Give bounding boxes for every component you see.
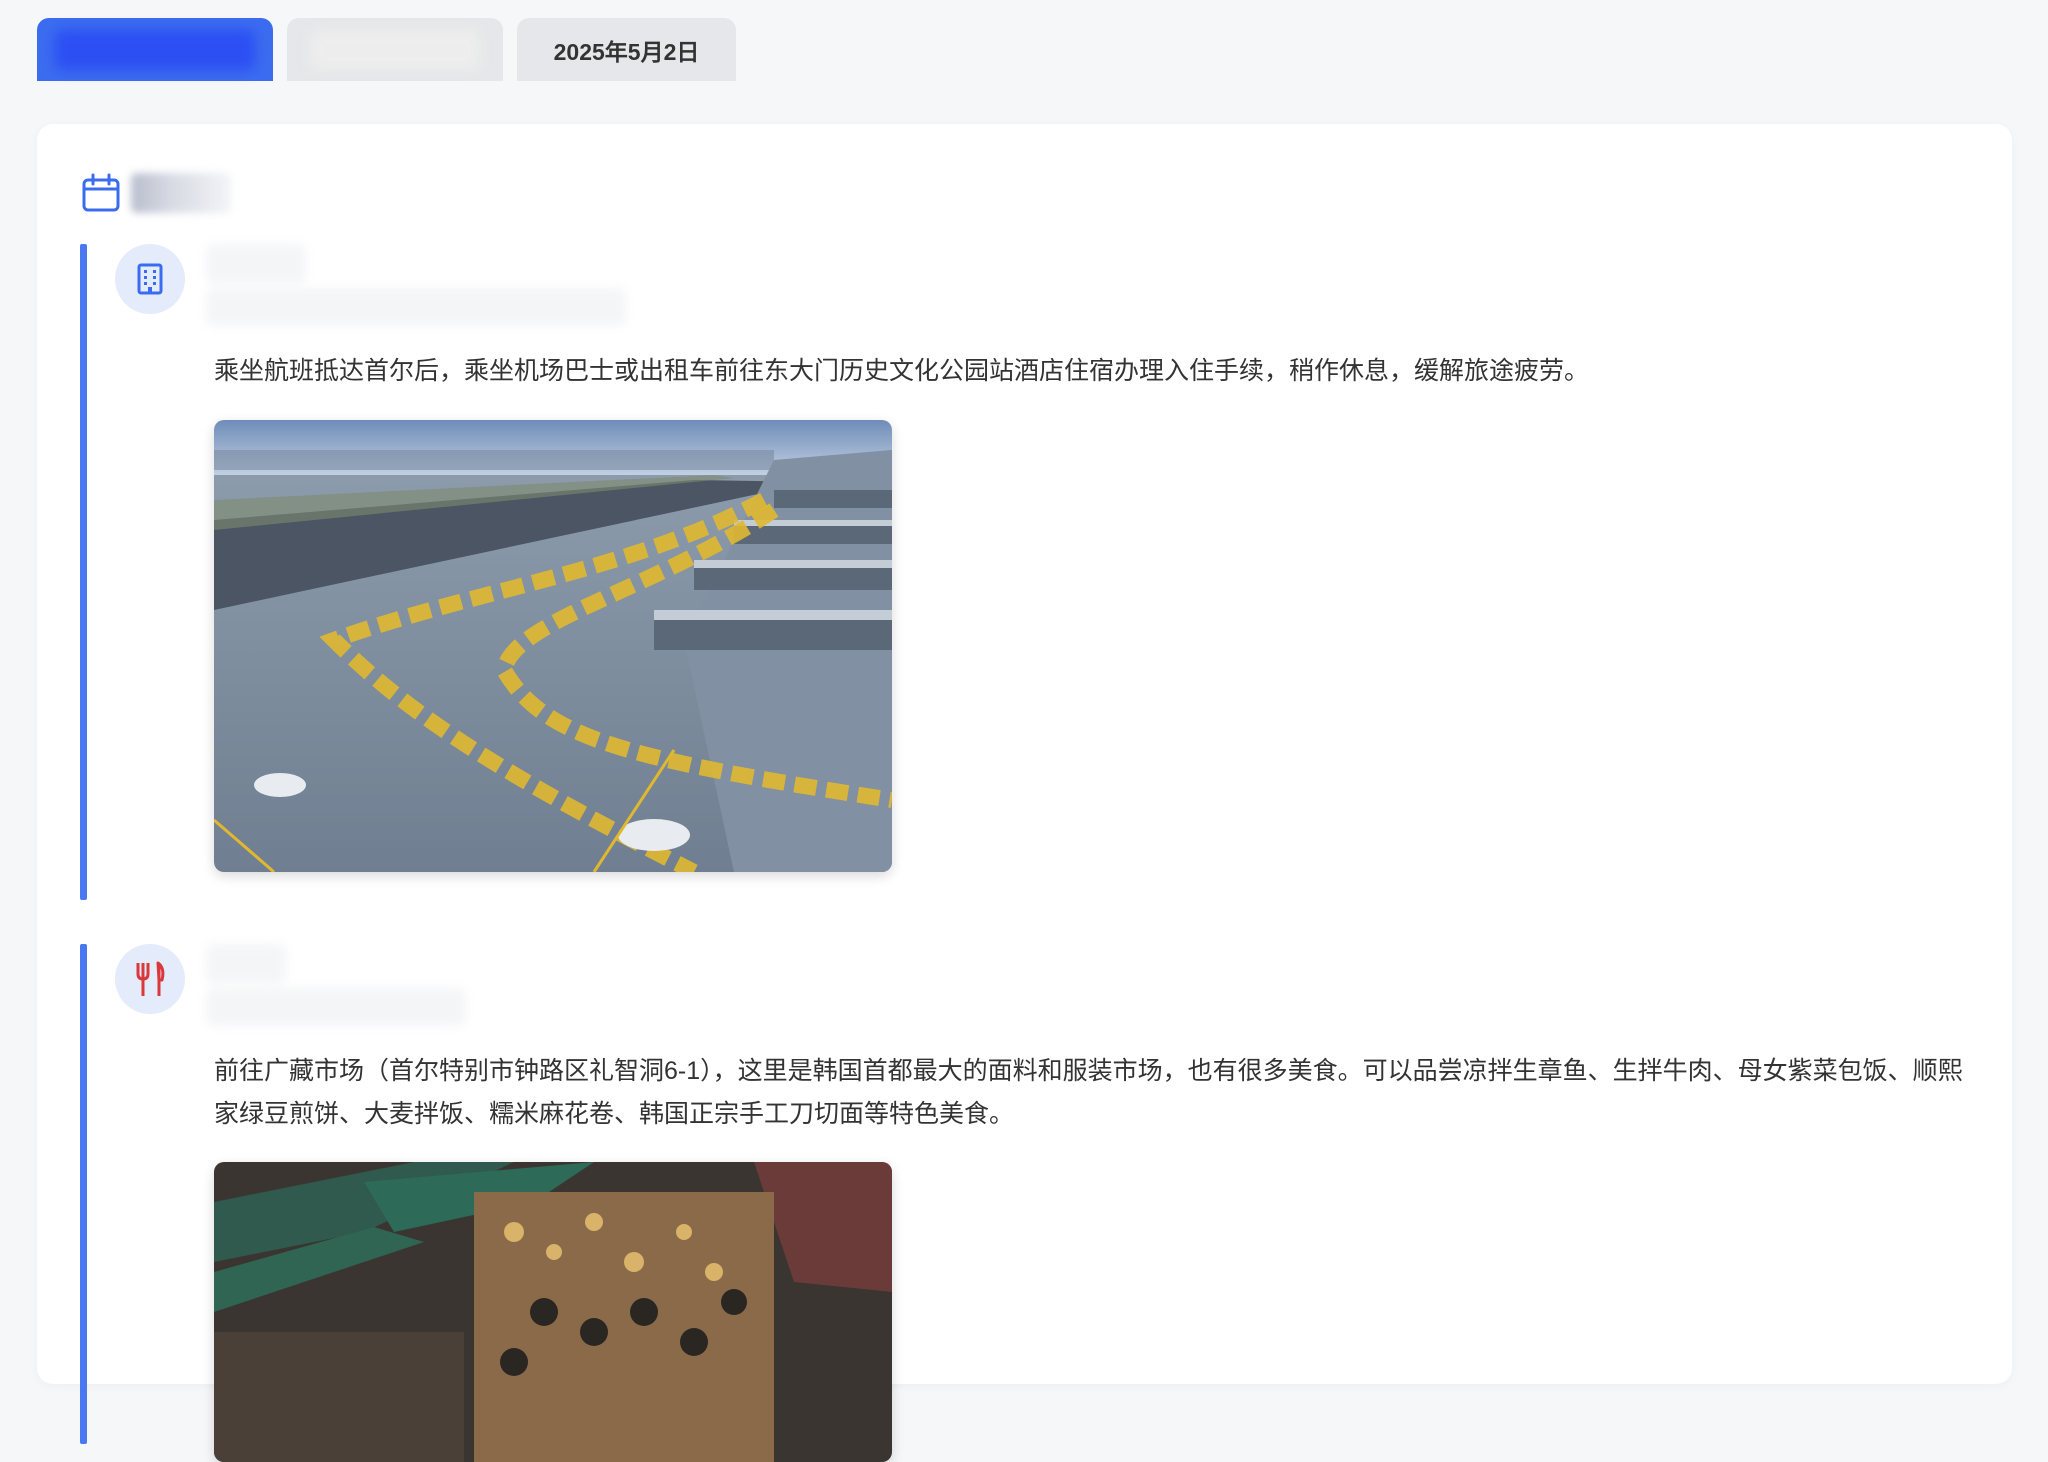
market-photo (214, 1162, 892, 1462)
day-header (81, 168, 231, 218)
timeline-rail (80, 244, 87, 900)
airport-taxi-photo (214, 420, 892, 872)
activity-description: 乘坐航班抵达首尔后，乘坐机场巴士或出租车前往东大门历史文化公园站酒店住宿办理入住… (214, 357, 1590, 385)
activity-description: 前往广藏市场（首尔特别市钟路区礼智洞6-1），这里是韩国首都最大的面料和服装市场… (214, 1057, 1963, 1128)
tab-day-3[interactable]: 2025年5月2日 (517, 18, 736, 81)
tab-label-redacted (310, 29, 480, 70)
timeline-rail (80, 944, 87, 1444)
tab-day-1[interactable] (37, 18, 273, 81)
fork-knife-icon (136, 961, 165, 996)
activity-badge (115, 244, 185, 314)
day-title (131, 173, 231, 213)
activity-title-redacted (206, 944, 286, 984)
activity-title-redacted (206, 244, 306, 284)
tab-label: 2025年5月2日 (553, 38, 700, 65)
activity-subtitle-redacted (206, 288, 626, 326)
itinerary-card: 乘坐航班抵达首尔后，乘坐机场巴士或出租车前往东大门历史文化公园站酒店住宿办理入住… (37, 124, 2012, 1462)
calendar-icon (82, 173, 120, 212)
building-icon (137, 263, 163, 295)
activity-badge (115, 944, 185, 1014)
activity-subtitle-redacted (206, 988, 466, 1026)
tab-day-2[interactable] (287, 18, 503, 81)
tab-label-redacted (55, 29, 255, 70)
